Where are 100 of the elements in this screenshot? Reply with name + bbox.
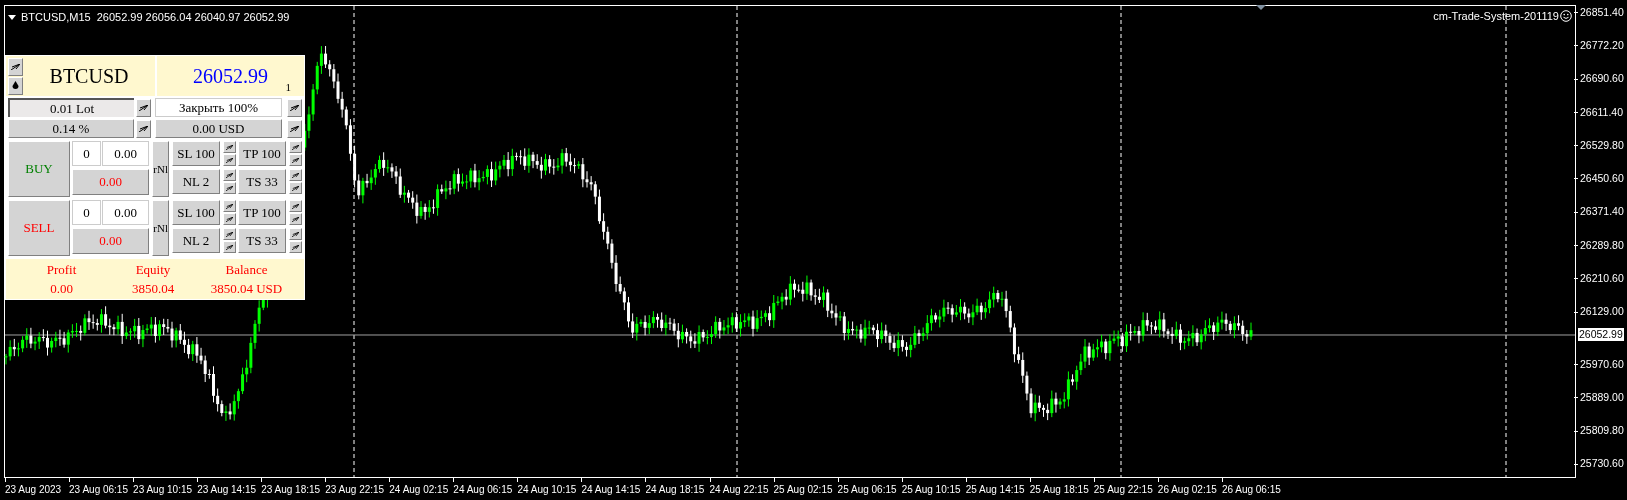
arrow-icon	[292, 185, 299, 191]
profit-field: 0.00	[71, 228, 150, 254]
small-button[interactable]	[287, 119, 302, 138]
small-button[interactable]	[223, 241, 236, 253]
time-label: 23 Aug 18:15	[261, 483, 322, 497]
close-percent-field[interactable]: Закрыть 100%	[155, 98, 282, 117]
small-button[interactable]	[136, 98, 151, 117]
time-label: 23 Aug 10:15	[133, 483, 194, 497]
small-button[interactable]	[223, 200, 236, 212]
stop-loss-button[interactable]: SL 100	[172, 200, 220, 225]
small-button[interactable]	[289, 213, 302, 225]
amount-field[interactable]: 0.00 USD	[155, 119, 282, 138]
level-button[interactable]: NL 2	[172, 228, 220, 253]
toggle-button[interactable]: rNl	[152, 200, 169, 256]
summary-label: Balance	[224, 261, 269, 279]
time-label: 24 Aug 10:15	[517, 483, 578, 497]
small-button[interactable]	[289, 154, 302, 166]
trailing-stop-button[interactable]: TS 33	[238, 169, 286, 194]
take-profit-button[interactable]: TP 100	[238, 200, 286, 225]
time-label: 26 Aug 06:15	[1221, 483, 1282, 497]
time-label: 23 Aug 2023	[5, 483, 63, 497]
small-button[interactable]	[8, 57, 23, 76]
small-button[interactable]	[289, 182, 302, 194]
trailing-stop-button[interactable]: TS 33	[238, 228, 286, 253]
count-field[interactable]: 0	[71, 141, 101, 166]
arrow-icon	[292, 203, 299, 209]
arrow-icon	[292, 244, 299, 250]
price-label: 25730.60	[1580, 456, 1624, 472]
price-label: 25889.00	[1580, 389, 1624, 405]
price-label: 26611.40	[1580, 104, 1623, 120]
smiley-icon	[1560, 10, 1572, 23]
chart-symbol: BTCUSD,M15	[21, 10, 91, 25]
small-button[interactable]	[223, 154, 236, 166]
summary-label: Profit	[45, 261, 78, 279]
arrow-icon	[139, 125, 148, 132]
price-label: 25970.60	[1580, 356, 1624, 372]
time-label: 24 Aug 18:15	[645, 483, 706, 497]
small-button[interactable]	[136, 119, 151, 138]
ohlc-values: 26052.99 26056.04 26040.97 26052.99	[96, 10, 290, 25]
small-button[interactable]	[289, 241, 302, 253]
time-label: 25 Aug 22:15	[1093, 483, 1154, 497]
time-label: 26 Aug 02:15	[1157, 483, 1218, 497]
arrow-icon	[292, 144, 299, 150]
arrow-icon	[139, 104, 148, 111]
take-profit-button[interactable]: TP 100	[238, 141, 286, 166]
arrow-icon	[226, 157, 233, 163]
arrow-icon	[226, 216, 233, 222]
small-button[interactable]	[289, 169, 302, 181]
time-label: 23 Aug 22:15	[325, 483, 386, 497]
arrow-icon	[11, 63, 20, 70]
small-button[interactable]	[8, 76, 23, 95]
arrow-icon	[292, 157, 299, 163]
volume-field[interactable]: 0.00	[101, 200, 150, 225]
order-button[interactable]: BUY	[8, 141, 70, 197]
level-button[interactable]: NL 2	[172, 169, 220, 194]
time-label: 25 Aug 14:15	[965, 483, 1026, 497]
price-label: 25809.80	[1580, 423, 1624, 439]
price-label: 26129.00	[1580, 304, 1624, 320]
caret-icon	[8, 14, 16, 20]
summary-value: 3850.04	[130, 280, 176, 298]
small-button[interactable]	[289, 228, 302, 240]
small-button[interactable]	[289, 141, 302, 153]
arrow-icon	[226, 185, 233, 191]
risk-field[interactable]: 0.14 %	[8, 119, 134, 138]
price-index: 1	[285, 79, 291, 95]
time-label: 25 Aug 06:15	[837, 483, 898, 497]
small-button[interactable]	[223, 182, 236, 194]
count-field[interactable]: 0	[71, 200, 101, 225]
time-label: 23 Aug 06:15	[69, 483, 129, 497]
symbol-name: BTCUSD	[48, 64, 130, 89]
arrow-icon	[226, 203, 233, 209]
price-label: 26772.20	[1580, 37, 1624, 53]
small-button[interactable]	[223, 213, 236, 225]
small-button[interactable]	[223, 141, 236, 153]
volume-field[interactable]: 0.00	[101, 141, 150, 166]
price-label: 26371.40	[1580, 204, 1624, 220]
arrow-icon	[290, 125, 299, 132]
arrow-icon	[290, 104, 299, 111]
toggle-button[interactable]: rNl	[152, 141, 169, 197]
time-label: 24 Aug 06:15	[453, 483, 514, 497]
price-label: 26851.40	[1580, 4, 1624, 20]
small-button[interactable]	[287, 98, 302, 117]
summary-value: 3850.04 USD	[209, 280, 284, 298]
time-label: 25 Aug 02:15	[773, 483, 834, 497]
stop-loss-button[interactable]: SL 100	[172, 141, 220, 166]
summary-label: Equity	[134, 261, 172, 279]
small-button[interactable]	[223, 228, 236, 240]
current-price-label: 26052.99	[1578, 328, 1624, 341]
arrow-icon	[292, 172, 299, 178]
small-button[interactable]	[289, 200, 302, 212]
price-label: 26450.60	[1580, 171, 1624, 187]
arrow-icon	[226, 172, 233, 178]
small-button[interactable]	[223, 169, 236, 181]
price-label: 26289.80	[1580, 237, 1624, 253]
drop-icon	[12, 81, 19, 90]
profit-field: 0.00	[71, 169, 150, 195]
time-label: 23 Aug 14:15	[197, 483, 258, 497]
lot-field[interactable]: 0.01 Lot	[8, 98, 134, 117]
arrow-icon	[226, 144, 233, 150]
arrow-icon	[226, 244, 233, 250]
